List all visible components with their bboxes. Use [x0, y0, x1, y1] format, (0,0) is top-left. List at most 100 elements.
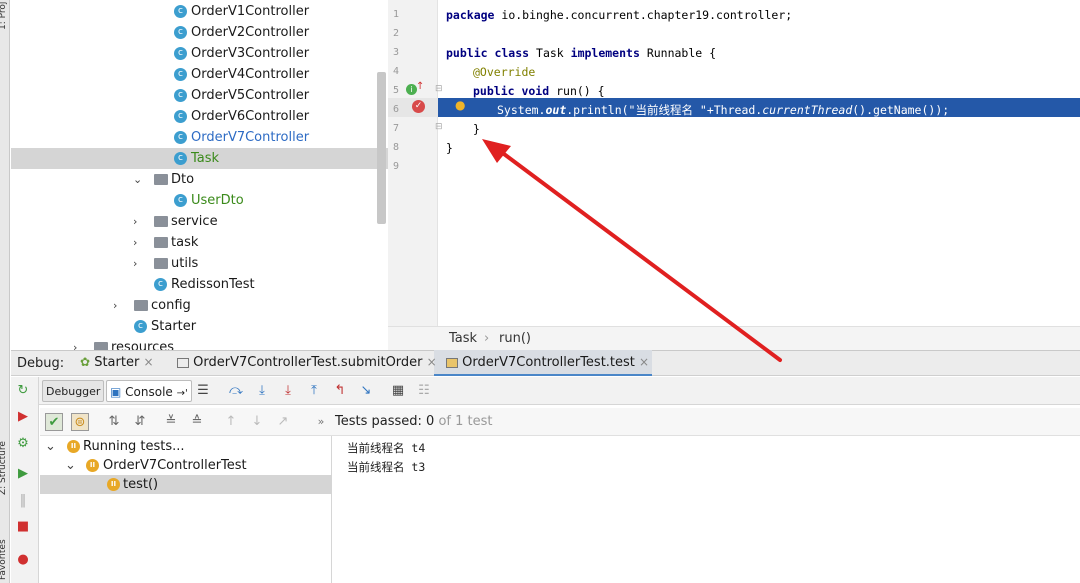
menu-icon[interactable]: ☰	[194, 382, 212, 400]
tree-item-orderv4controller[interactable]: c OrderV4Controller	[11, 64, 388, 85]
chevron-down-icon[interactable]: ⌄	[65, 456, 76, 475]
line-number: 7	[393, 123, 400, 134]
tree-item-orderv2controller[interactable]: c OrderV2Controller	[11, 22, 388, 43]
line-number: 3	[393, 47, 400, 58]
tree-item-service[interactable]: › service	[11, 211, 388, 232]
tree-item-resources[interactable]: › resources	[11, 337, 388, 350]
tree-item-starter[interactable]: c Starter	[11, 316, 388, 337]
test-node-class[interactable]: ⌄ II OrderV7ControllerTest	[40, 456, 332, 475]
previous-failed-icon[interactable]: ↑	[222, 413, 240, 431]
total-count: of 1 test	[438, 414, 493, 429]
step-out-icon[interactable]: ⤒	[305, 382, 323, 400]
step-into-icon[interactable]: ⤓	[253, 382, 271, 400]
force-step-into-icon[interactable]: ⤓	[279, 382, 297, 400]
chevron-down-icon[interactable]: ⌄	[133, 169, 142, 190]
breadcrumb-separator: ›	[484, 331, 490, 346]
tab-test[interactable]: OrderV7ControllerTest.test ×	[446, 355, 649, 370]
next-failed-icon[interactable]: ↓	[248, 413, 266, 431]
sort-duration-icon[interactable]: ⇵	[131, 413, 149, 431]
project-tool-label[interactable]: 1: Proj	[0, 2, 8, 30]
tree-scrollbar[interactable]	[377, 72, 386, 224]
tab-submitorder[interactable]: OrderV7ControllerTest.submitOrder ×	[177, 355, 437, 370]
tab-label: Starter	[94, 355, 140, 370]
tree-item-task[interactable]: c Task	[11, 148, 388, 169]
code-annotation: @Override	[473, 65, 536, 79]
rerun-icon[interactable]: ↻	[15, 383, 31, 399]
close-icon[interactable]: ×	[639, 355, 649, 369]
sort-alpha-icon[interactable]: ⇅	[105, 413, 123, 431]
stop-icon[interactable]: ■	[15, 519, 31, 535]
tree-item-orderv5controller[interactable]: c OrderV5Controller	[11, 85, 388, 106]
tab-label: OrderV7ControllerTest.test	[462, 355, 635, 370]
fold-end-icon[interactable]: ⊟	[435, 122, 443, 132]
code-text: run() {	[549, 84, 605, 98]
more-icon[interactable]: »	[312, 413, 330, 431]
tree-item-redissontest[interactable]: c RedissonTest	[11, 274, 388, 295]
chevron-right-icon[interactable]: ›	[133, 211, 137, 232]
code-line-6: System.out.println("当前线程名 "+Thread.curre…	[497, 102, 949, 118]
running-icon: II	[67, 440, 80, 453]
code-text: io.binghe.concurrent.chapter19.controlle…	[494, 8, 793, 22]
test-config-icon	[177, 357, 189, 368]
close-icon[interactable]: ×	[143, 355, 153, 369]
tree-item-dto[interactable]: ⌄ Dto	[11, 169, 388, 190]
tree-item-config[interactable]: › config	[11, 295, 388, 316]
tree-item-orderv6controller[interactable]: c OrderV6Controller	[11, 106, 388, 127]
breadcrumb-item-task[interactable]: Task	[449, 331, 477, 346]
tree-item-label: Task	[191, 151, 220, 166]
folder-icon	[134, 300, 148, 311]
evaluate-icon[interactable]: ▦	[389, 382, 407, 400]
chevron-right-icon[interactable]: ›	[113, 295, 117, 316]
show-ignored-icon[interactable]: ⊜	[71, 413, 89, 431]
lightbulb-icon[interactable]: ●	[455, 98, 465, 112]
export-icon[interactable]: ↗	[274, 413, 292, 431]
collapse-all-icon[interactable]: ≙	[188, 413, 206, 431]
drop-frame-icon[interactable]: ↰	[331, 382, 349, 400]
tree-item-orderv3controller[interactable]: c OrderV3Controller	[11, 43, 388, 64]
class-icon: c	[174, 5, 187, 18]
tree-item-label: resources	[111, 340, 175, 350]
test-tree: ⌄ II Running tests... ⌄ II OrderV7Contro…	[40, 436, 332, 583]
show-passed-icon[interactable]: ✔	[45, 413, 63, 431]
favorites-tool-label[interactable]: Favorites	[0, 539, 8, 580]
console-tab[interactable]: ▣ Console →'	[106, 380, 192, 402]
tab-starter[interactable]: ✿ Starter ×	[80, 355, 154, 370]
tree-item-orderv1controller[interactable]: c OrderV1Controller	[11, 1, 388, 22]
debug-label: Debug:	[17, 356, 65, 371]
arrow-up-icon: ↑	[416, 81, 425, 92]
chevron-right-icon[interactable]: ›	[133, 232, 137, 253]
view-breakpoints-icon[interactable]: ●	[15, 552, 31, 568]
console-output[interactable]: 当前线程名 t4 当前线程名 t3	[333, 436, 1080, 583]
code-text: ().getName());	[852, 103, 950, 117]
tree-item-orderv7controller[interactable]: c OrderV7Controller	[11, 127, 388, 148]
tests-status: Tests passed: 0 of 1 test	[335, 414, 493, 429]
expand-all-icon[interactable]: ≚	[162, 413, 180, 431]
close-icon[interactable]: ×	[427, 355, 437, 369]
tree-item-task-folder[interactable]: › task	[11, 232, 388, 253]
chevron-right-icon[interactable]: ›	[73, 337, 77, 350]
run-to-cursor-icon[interactable]: ↘	[357, 382, 375, 400]
modify-run-icon[interactable]: ⚙	[15, 436, 31, 452]
debugger-tab[interactable]: Debugger	[42, 380, 105, 402]
line-number: 8	[393, 142, 400, 153]
structure-tool-label[interactable]: Z: Structure	[0, 441, 8, 495]
test-node-root[interactable]: ⌄ II Running tests...	[40, 437, 332, 456]
trace-icon[interactable]: ☷	[415, 382, 433, 400]
tree-item-userdto[interactable]: c UserDto	[11, 190, 388, 211]
chevron-down-icon[interactable]: ⌄	[45, 437, 56, 456]
step-over-icon[interactable]: ⤼	[227, 382, 245, 400]
rerun-failed-icon[interactable]: ▶	[15, 409, 31, 425]
test-node-method[interactable]: II test()	[40, 475, 332, 494]
code-text: System.	[497, 103, 546, 117]
tree-item-utils[interactable]: › utils	[11, 253, 388, 274]
fold-icon[interactable]: ⊟	[435, 84, 443, 94]
code-line-7: }	[473, 122, 480, 136]
code-line-4: @Override	[473, 65, 535, 79]
breakpoint-icon[interactable]: ✓	[412, 100, 425, 113]
code-text: }	[446, 141, 453, 155]
resume-icon[interactable]: ▶	[15, 466, 31, 482]
chevron-right-icon[interactable]: ›	[133, 253, 137, 274]
code-line-8: }	[446, 141, 453, 155]
breadcrumb-item-run[interactable]: run()	[499, 331, 531, 346]
pause-icon[interactable]: ‖	[15, 493, 31, 509]
